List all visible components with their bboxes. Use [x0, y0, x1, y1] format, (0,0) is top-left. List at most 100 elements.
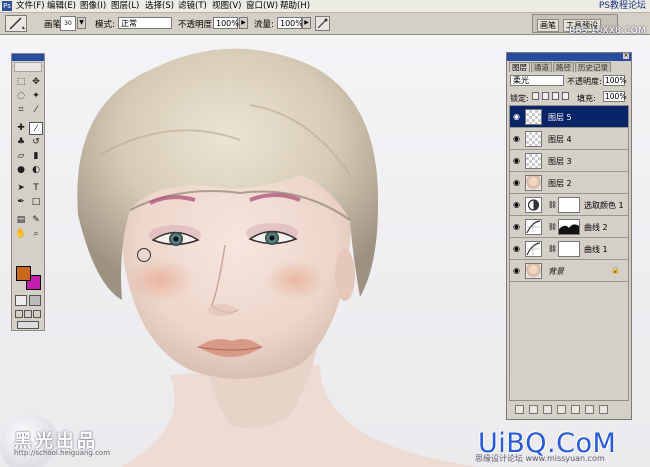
- close-icon[interactable]: ×: [623, 53, 629, 59]
- notes-icon[interactable]: ▤: [14, 214, 28, 227]
- eye-icon[interactable]: ◉: [512, 244, 521, 253]
- eye-icon[interactable]: ◉: [512, 134, 521, 143]
- brush-size-picker[interactable]: 30: [60, 16, 76, 31]
- layer-row[interactable]: ◉ ⛓ 曲线 1: [510, 238, 628, 260]
- screen-mode-full[interactable]: [33, 310, 41, 318]
- menu-layer[interactable]: 图层(L): [111, 0, 139, 12]
- layer-style-icon[interactable]: [529, 405, 538, 414]
- tool-preset-picker[interactable]: [5, 15, 27, 32]
- layer-name: 曲线 1: [584, 245, 608, 254]
- foreground-color-swatch[interactable]: [16, 266, 31, 281]
- layers-panel-footer: [509, 403, 629, 417]
- standard-mode-button[interactable]: [15, 295, 27, 306]
- layer-row[interactable]: ◉ ⛓ 选取颜色 1: [510, 194, 628, 216]
- layer-row[interactable]: ◉ 图层 5: [510, 106, 628, 128]
- crop-icon[interactable]: ⌗: [14, 104, 28, 117]
- lock-image-icon[interactable]: [542, 92, 549, 100]
- mode-value: 正常: [121, 19, 137, 28]
- blend-mode-value: 柔光: [513, 76, 529, 85]
- hand-icon[interactable]: ✋: [14, 228, 28, 241]
- eyedropper-icon[interactable]: ✎: [29, 214, 43, 227]
- eye-icon[interactable]: ◉: [512, 178, 521, 187]
- new-adjustment-icon[interactable]: [557, 405, 566, 414]
- layer-mask-thumbnail[interactable]: [558, 219, 580, 235]
- quick-mask-button[interactable]: [29, 295, 41, 306]
- toolbox-title-bar[interactable]: [12, 54, 44, 61]
- layer-row[interactable]: ◉ 图层 2: [510, 172, 628, 194]
- clone-stamp-icon[interactable]: ♣: [14, 136, 28, 149]
- layer-mask-thumbnail[interactable]: [558, 197, 580, 213]
- airbrush-button[interactable]: [315, 16, 330, 31]
- flow-input[interactable]: 100%: [277, 17, 303, 29]
- menu-select[interactable]: 选择(S): [145, 0, 174, 12]
- opacity-input[interactable]: 100%: [213, 17, 239, 29]
- screen-mode-full-menu[interactable]: [24, 310, 32, 318]
- menu-help[interactable]: 帮助(H): [280, 0, 310, 12]
- slice-icon[interactable]: ⁄: [29, 104, 43, 117]
- menu-edit[interactable]: 编辑(E): [47, 0, 76, 12]
- new-layer-icon[interactable]: [585, 405, 594, 414]
- brush-dropdown-button[interactable]: ▼: [77, 17, 86, 29]
- link-layers-icon[interactable]: [515, 405, 524, 414]
- layer-row[interactable]: ◉ 图层 3: [510, 150, 628, 172]
- magic-wand-icon[interactable]: ✦: [29, 90, 43, 103]
- brush-icon[interactable]: ⁄: [29, 122, 43, 135]
- trash-icon[interactable]: [599, 405, 608, 414]
- lock-position-icon[interactable]: [552, 92, 559, 100]
- opacity-slider-button[interactable]: ▶: [239, 17, 248, 29]
- tab-history[interactable]: 历史记录: [575, 62, 611, 72]
- eye-icon[interactable]: ◉: [512, 156, 521, 165]
- tab-layers[interactable]: 图层: [509, 62, 530, 72]
- eye-icon[interactable]: ◉: [512, 200, 521, 209]
- tab-paths[interactable]: 路径: [553, 62, 574, 72]
- jump-to-imageready-button[interactable]: [17, 321, 39, 329]
- adobe-online-icon[interactable]: [14, 62, 42, 72]
- layers-panel: × 图层 通道 路径 历史记录 柔光 不透明度: 100% 锁定: 填充: 10…: [506, 52, 632, 420]
- menu-filter[interactable]: 滤镜(T): [178, 0, 207, 12]
- menu-image[interactable]: 图像(I): [80, 0, 106, 12]
- blur-icon[interactable]: ●: [14, 164, 28, 177]
- path-select-icon[interactable]: ➤: [14, 182, 28, 195]
- mode-select[interactable]: 正常: [118, 17, 172, 29]
- layer-row[interactable]: ◉ ⛓ 曲线 2: [510, 216, 628, 238]
- layer-opacity-input[interactable]: 100%: [603, 75, 626, 86]
- type-icon[interactable]: T: [29, 182, 43, 195]
- menu-file[interactable]: 文件(F): [16, 0, 45, 12]
- eye-icon[interactable]: ◉: [512, 222, 521, 231]
- layer-name: 曲线 2: [584, 223, 608, 232]
- layer-name: 图层 5: [548, 113, 572, 122]
- dodge-icon[interactable]: ◐: [29, 164, 43, 177]
- pen-icon[interactable]: ✒: [14, 196, 28, 209]
- flow-slider-button[interactable]: ▶: [302, 17, 311, 29]
- lock-label: 锁定:: [510, 94, 529, 103]
- gradient-icon[interactable]: ▮: [29, 150, 43, 163]
- new-group-icon[interactable]: [571, 405, 580, 414]
- menu-window[interactable]: 窗口(W): [246, 0, 278, 12]
- menu-view[interactable]: 视图(V): [212, 0, 241, 12]
- eraser-icon[interactable]: ▱: [14, 150, 28, 163]
- shape-icon[interactable]: □: [29, 196, 43, 209]
- layer-thumbnail: [525, 131, 542, 147]
- brush-size-value: 30: [64, 20, 72, 27]
- add-mask-icon[interactable]: [543, 405, 552, 414]
- fill-input[interactable]: 100%: [603, 91, 626, 102]
- lock-transparency-icon[interactable]: [532, 92, 539, 100]
- canvas-workspace[interactable]: 黑光出品 http://school.heiguang.com UiBQ.CoM…: [0, 35, 650, 467]
- layer-row[interactable]: ◉ 背景 🔒: [510, 260, 628, 282]
- healing-brush-icon[interactable]: ✚: [14, 122, 28, 135]
- tab-channels[interactable]: 通道: [531, 62, 552, 72]
- blend-mode-select[interactable]: 柔光: [510, 75, 564, 86]
- zoom-icon[interactable]: ⌕: [29, 228, 43, 241]
- layer-row[interactable]: ◉ 图层 4: [510, 128, 628, 150]
- lock-all-icon[interactable]: [562, 92, 569, 100]
- lasso-icon[interactable]: ◌: [14, 90, 28, 103]
- layers-panel-title-bar[interactable]: ×: [507, 53, 631, 61]
- marquee-icon[interactable]: ⬚: [14, 76, 28, 89]
- layer-mask-thumbnail[interactable]: [558, 241, 580, 257]
- eye-icon[interactable]: ◉: [512, 266, 521, 275]
- eye-icon[interactable]: ◉: [512, 112, 521, 121]
- move-icon[interactable]: ✥: [29, 76, 43, 89]
- docked-tab-brushes[interactable]: 画笔: [537, 19, 559, 32]
- history-brush-icon[interactable]: ↺: [29, 136, 43, 149]
- screen-mode-standard[interactable]: [15, 310, 23, 318]
